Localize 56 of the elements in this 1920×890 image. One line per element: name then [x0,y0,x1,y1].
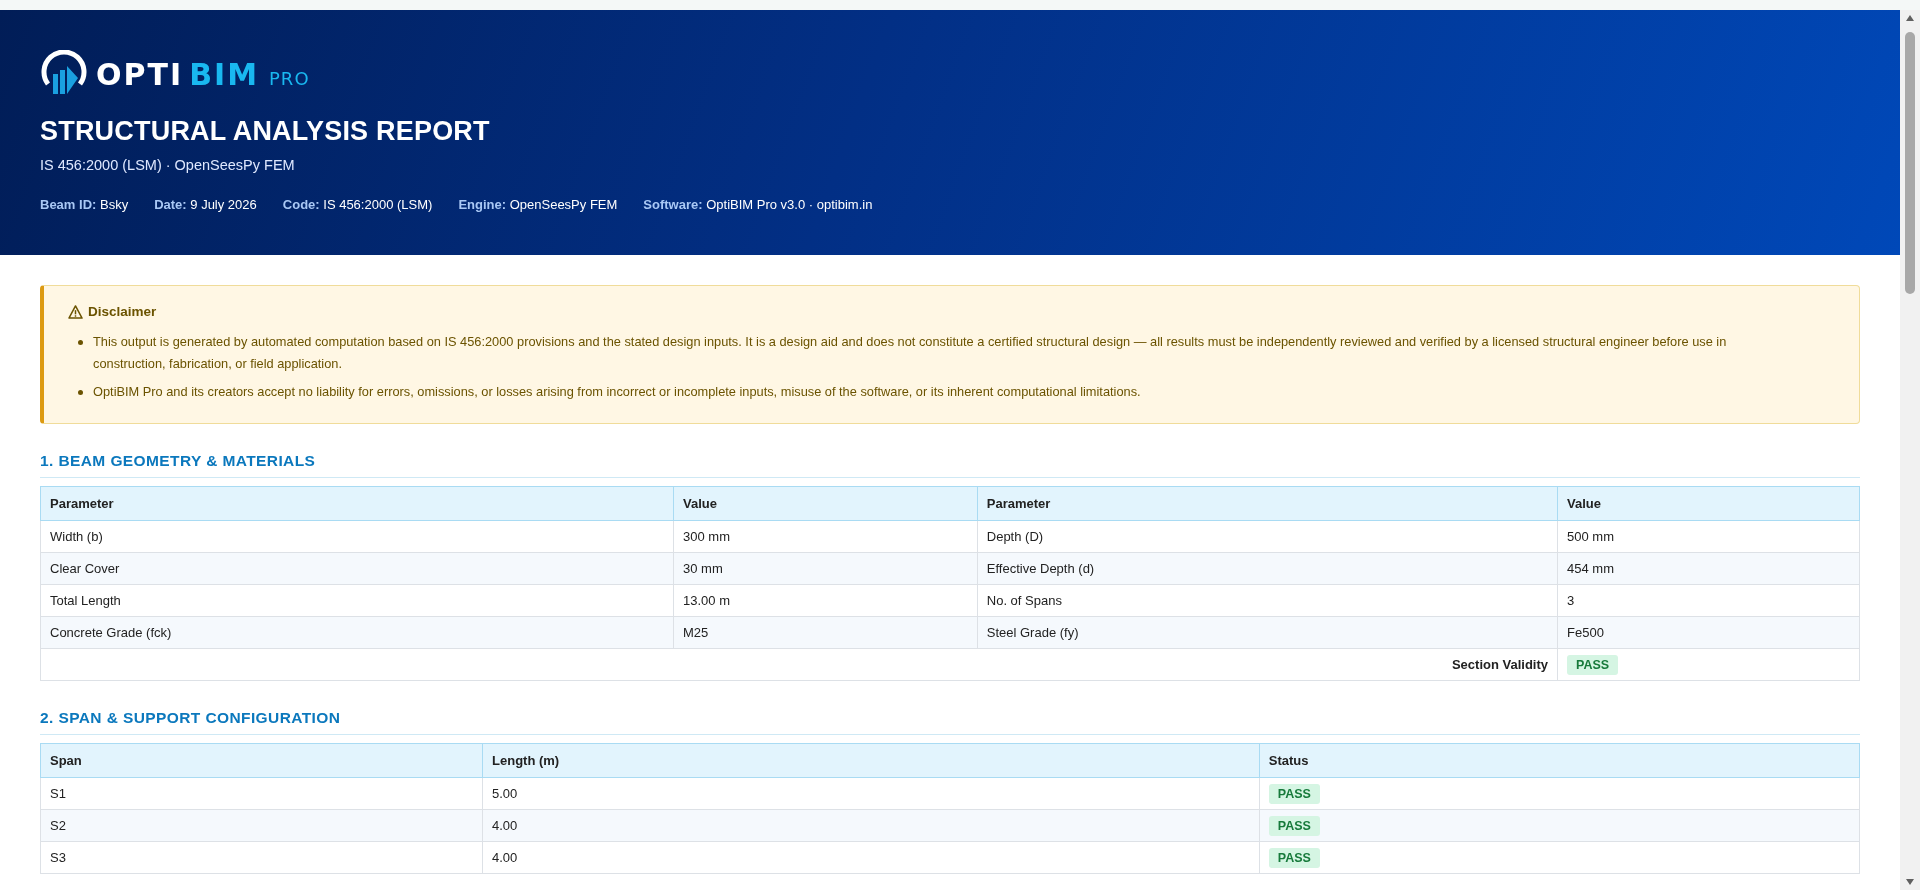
table-cell: 4.00 [482,841,1260,874]
table-cell: S1 [40,777,483,810]
column-header: Value [1557,486,1860,521]
column-header: Length (m) [482,743,1260,778]
pass-badge: PASS [1268,783,1320,804]
table-cell: Total Length [40,584,674,617]
table-cell: Depth (D) [977,520,1558,553]
table-cell: 30 mm [673,552,978,585]
section-heading: 2. SPAN & SUPPORT CONFIGURATION [40,709,1860,735]
logo-text: BIM [189,56,259,92]
scroll-down-icon[interactable] [1905,878,1915,886]
disclaimer-text: OptiBIM Pro and its creators accept no liability for errors, omissions, or losses arising from incorrect or incomplete inputs, misuse of the software, or its inherent computational limitations. [93,383,1141,401]
table-cell: Steel Grade (fy) [977,616,1558,649]
table-cell: 4.00 [482,809,1260,842]
table-cell: S3 [40,841,483,874]
table-cell: 13.00 m [673,584,978,617]
scrollbar[interactable] [1900,10,1920,890]
report-subtitle: IS 456:2000 (LSM) · OpenSeesPy FEM [40,157,296,173]
disclaimer-text: This output is generated by automated computation based on IS 456:2000 provisions and the stated design inputs. It is a design aid and does not constitute a certified structural design — all results must be independently reviewed and verified by a licensed structural engineer before use in construction, fabrication, or field application. [93,333,1728,373]
table-cell: 500 mm [1557,520,1860,553]
scrollbar-thumb[interactable] [1905,32,1915,294]
report-title: STRUCTURAL ANALYSIS REPORT [40,116,491,147]
bullet-icon [78,390,83,395]
table-cell: Effective Depth (d) [977,552,1558,585]
column-header: Span [40,743,483,778]
meta-item: Code: IS 456:2000 (LSM) [282,197,433,212]
table-cell: 3 [1557,584,1860,617]
scroll-up-icon[interactable] [1905,14,1915,22]
column-header: Value [673,486,978,521]
column-header: Parameter [40,486,674,521]
meta-item: Beam ID: Bsky [40,197,129,212]
table-cell: 454 mm [1557,552,1860,585]
meta-item: Date: 9 July 2026 [154,197,257,212]
logo-text: PRO [269,67,310,89]
logo-text: OPTI [96,56,184,92]
table-cell: Width (b) [40,520,674,553]
pass-badge: PASS [1268,847,1320,868]
pass-badge: PASS [1567,654,1619,675]
warning-icon [68,304,83,319]
disclaimer-title: Disclaimer [88,304,157,319]
table-cell: Fe500 [1557,616,1860,649]
meta-item: Software: OptiBIM Pro v3.0 · optibim.in [643,197,873,212]
table-cell: 5.00 [482,777,1260,810]
table-cell: Clear Cover [40,552,674,585]
table-cell: No. of Spans [977,584,1558,617]
table-cell: Concrete Grade (fck) [40,616,674,649]
table-cell: M25 [673,616,978,649]
column-header: Status [1259,743,1860,778]
meta-item: Engine: OpenSeesPy FEM [458,197,618,212]
column-header: Parameter [977,486,1558,521]
section-heading: 1. BEAM GEOMETRY & MATERIALS [40,452,1860,478]
table-cell: 300 mm [673,520,978,553]
bullet-icon [78,340,83,345]
pass-badge: PASS [1268,815,1320,836]
table-cell: S2 [40,809,483,842]
table-cell: Section Validity [40,648,1558,681]
